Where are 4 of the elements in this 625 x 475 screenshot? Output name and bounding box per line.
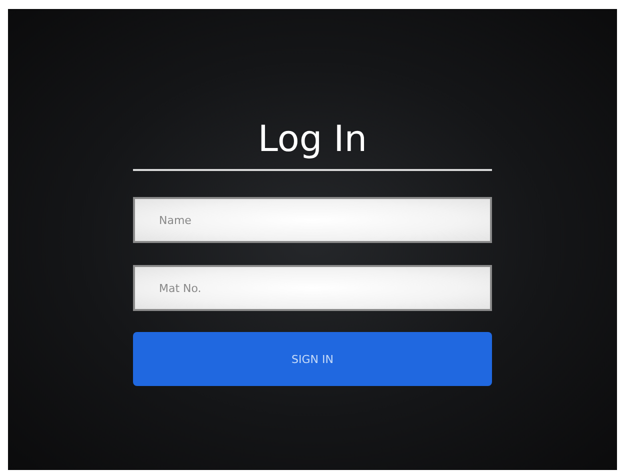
- page-title: Log In: [256, 119, 368, 161]
- sign-in-button[interactable]: SIGN IN: [133, 332, 492, 386]
- input-field[interactable]: Mat No.: [133, 265, 492, 311]
- input-field[interactable]: Name: [133, 197, 492, 243]
